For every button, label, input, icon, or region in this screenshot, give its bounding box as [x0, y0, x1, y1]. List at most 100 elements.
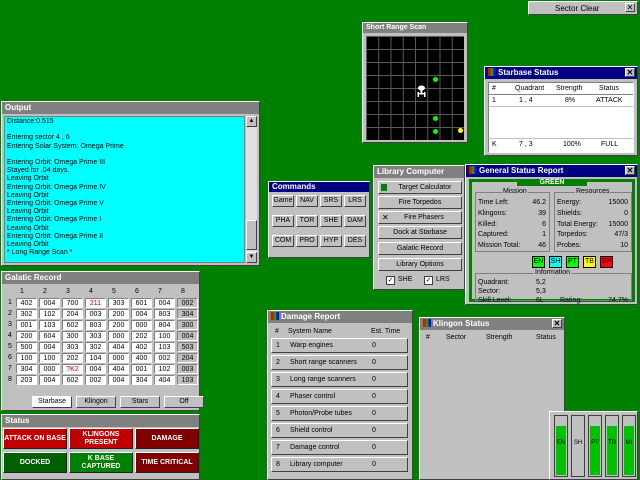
damage-row[interactable]: 6 Shield control 0 [271, 423, 408, 438]
galatic-cell[interactable]: 002 [177, 298, 198, 308]
command-com-button[interactable]: COM [272, 235, 294, 247]
galatic-cell[interactable]: 200 [108, 320, 129, 330]
galatic-cell[interactable]: 503 [177, 342, 198, 352]
galatic-cell[interactable]: 000 [131, 320, 152, 330]
galatic-cell[interactable]: 103 [177, 375, 198, 385]
galatic-cell[interactable]: 602 [62, 375, 83, 385]
starbase-status-close-button[interactable]: ✕ [625, 68, 635, 77]
srs-viewport[interactable] [366, 36, 464, 140]
damage-row[interactable]: 3 Long range scanners 0 [271, 372, 408, 387]
galatic-cell[interactable]: 602 [62, 320, 83, 330]
galatic-cell[interactable]: 100 [154, 331, 175, 341]
galatic-cell[interactable]: 204 [62, 309, 83, 319]
galatic-cell[interactable]: 304 [131, 375, 152, 385]
galatic-cell[interactable]: 102 [154, 364, 175, 374]
galatic-cell[interactable]: 004 [39, 342, 60, 352]
galatic-cell[interactable]: 103 [39, 320, 60, 330]
galatic-cell[interactable]: 002 [85, 375, 106, 385]
galatic-cell[interactable]: 002 [154, 353, 175, 363]
scroll-up-button[interactable]: ▲ [246, 116, 257, 127]
library-options-button[interactable]: Library Options [378, 258, 462, 271]
starbase-list[interactable]: # Quadrant Strength Status 1 1 , 4 8% AT… [488, 82, 634, 153]
damage-row[interactable]: 8 Library computer 0 [271, 457, 408, 472]
galatic-cell[interactable]: 003 [177, 364, 198, 374]
galatic-cell[interactable]: 304 [177, 309, 198, 319]
galatic-cell[interactable]: 000 [39, 364, 60, 374]
command-pro-button[interactable]: PRO [296, 235, 318, 247]
galatic-cell[interactable]: 004 [85, 364, 106, 374]
galatic-cell[interactable]: 404 [154, 375, 175, 385]
galatic-cell[interactable]: 001 [16, 320, 37, 330]
damage-row[interactable]: 1 Warp engines 0 [271, 338, 408, 353]
galatic-cell[interactable]: 303 [108, 298, 129, 308]
galatic-cell[interactable]: 004 [177, 331, 198, 341]
galatic-cell[interactable]: 200 [108, 309, 129, 319]
command-srs-button[interactable]: SRS [320, 195, 342, 207]
galatic-cell[interactable]: 404 [108, 364, 129, 374]
galatic-cell[interactable]: 004 [108, 375, 129, 385]
galatic-tab-off[interactable]: Off [164, 396, 204, 408]
galatic-cell[interactable]: 300 [177, 320, 198, 330]
she-checkbox[interactable]: ✓ [386, 276, 395, 285]
dock-at-starbase-button[interactable]: Dock at Starbase [378, 226, 462, 239]
galatic-cell[interactable]: 200 [16, 331, 37, 341]
galatic-cell[interactable]: 203 [16, 375, 37, 385]
galatic-cell[interactable]: 004 [39, 298, 60, 308]
galatic-cell[interactable]: 500 [16, 342, 37, 352]
galatic-cell[interactable]: 102 [39, 309, 60, 319]
galatic-cell[interactable]: 202 [131, 331, 152, 341]
command-des-button[interactable]: DES [344, 235, 366, 247]
command-pha-button[interactable]: PHA [272, 215, 294, 227]
galatic-record-button[interactable]: Galatic Record [378, 242, 462, 255]
damage-row[interactable]: 7 Damage control 0 [271, 440, 408, 455]
damage-row[interactable]: 2 Short range scanners 0 [271, 355, 408, 370]
galatic-cell[interactable]: 700 [62, 298, 83, 308]
galatic-tab-klingon[interactable]: Klingon [76, 396, 116, 408]
scroll-down-button[interactable]: ▼ [246, 252, 257, 263]
galatic-cell[interactable]: 103 [154, 342, 175, 352]
command-dam-button[interactable]: DAM [344, 215, 366, 227]
fire-torpedos-button[interactable]: Fire Torpedos [378, 196, 462, 209]
galatic-tab-starbase[interactable]: Starbase [32, 396, 72, 408]
output-text-area[interactable]: Distance:0.515 Entering sector 4 , 6 Enter… [4, 116, 245, 263]
damage-row[interactable]: 5 Photon/Probe tubes 0 [271, 406, 408, 421]
galatic-cell[interactable]: 104 [85, 353, 106, 363]
galatic-cell[interactable]: 100 [16, 353, 37, 363]
galatic-cell[interactable]: 402 [131, 342, 152, 352]
command-hyp-button[interactable]: HYP [320, 235, 342, 247]
galatic-cell[interactable]: 402 [16, 298, 37, 308]
galatic-cell[interactable]: 804 [154, 320, 175, 330]
output-scrollbar[interactable]: ▲ ▼ [246, 116, 257, 263]
galatic-cell[interactable]: 803 [154, 309, 175, 319]
galatic-cell[interactable]: 204 [177, 353, 198, 363]
klingon-status-close-button[interactable]: ✕ [552, 319, 562, 328]
galatic-cell[interactable]: 303 [85, 331, 106, 341]
klingon-list[interactable] [423, 344, 562, 477]
galatic-cell[interactable]: 304 [16, 364, 37, 374]
command-lrs-button[interactable]: LRS [344, 195, 366, 207]
fire-phasers-button[interactable]: ✕ Fire Phasers [378, 211, 462, 224]
scroll-thumb[interactable] [246, 220, 257, 250]
galatic-cell[interactable]: 300 [62, 331, 83, 341]
galatic-cell[interactable]: 604 [39, 331, 60, 341]
galatic-tab-stars[interactable]: Stars [120, 396, 160, 408]
command-game-button[interactable]: Game [272, 195, 294, 207]
galatic-cell[interactable]: 100 [39, 353, 60, 363]
galatic-cell[interactable]: 803 [85, 320, 106, 330]
damage-row[interactable]: 4 Phaser control 0 [271, 389, 408, 404]
galatic-cell[interactable]: 003 [85, 309, 106, 319]
galatic-cell[interactable]: 302 [16, 309, 37, 319]
galatic-cell[interactable]: 004 [154, 298, 175, 308]
galatic-cell[interactable]: ?K2 [62, 364, 83, 374]
galatic-cell[interactable]: 601 [131, 298, 152, 308]
galatic-cell[interactable]: 302 [85, 342, 106, 352]
target-calculator-button[interactable]: Target Calculator [378, 181, 462, 194]
galatic-cell[interactable]: 000 [108, 353, 129, 363]
galatic-cell[interactable]: 303 [62, 342, 83, 352]
general-status-close-button[interactable]: ✕ [625, 166, 635, 175]
galatic-cell[interactable]: 404 [108, 342, 129, 352]
sector-clear-close-button[interactable]: ✕ [625, 3, 635, 12]
lrs-checkbox[interactable]: ✓ [424, 276, 433, 285]
command-she-button[interactable]: SHE [320, 215, 342, 227]
galatic-cell[interactable]: 202 [62, 353, 83, 363]
